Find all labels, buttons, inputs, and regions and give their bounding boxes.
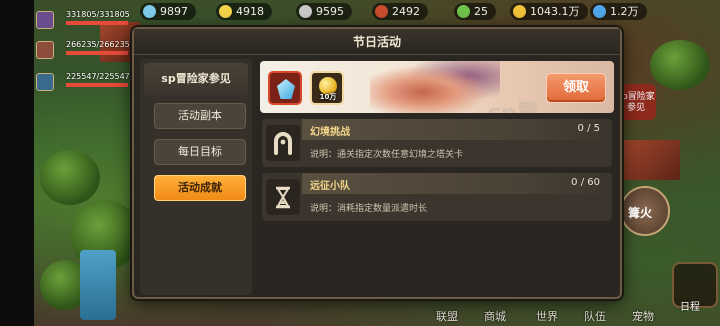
resource-counter: 9595 [296, 3, 352, 20]
banner-watermark: sp冒 [488, 95, 539, 113]
resource-counter: 2492 [372, 3, 428, 20]
gold-icon [513, 5, 526, 18]
resource-counter: 4918 [216, 3, 272, 20]
event-content: sp冒 10万 领取 幻境挑战 0 / 5 说明：通关指定次数任意幻境之塔关卡 [258, 59, 616, 295]
hp-text: 266235/266235 [66, 40, 130, 49]
tab-event-dungeon[interactable]: 活动副本 [154, 103, 246, 129]
sp-adventurer-button[interactable]: sp冒险家参见 [616, 84, 656, 120]
wood-icon [375, 5, 388, 18]
hp-text: 331805/331805 [66, 10, 130, 19]
resource-counter: 25 [454, 3, 496, 20]
avatar [36, 11, 54, 29]
task-name: 幻境挑战 [310, 127, 350, 138]
hp-bar [66, 51, 128, 55]
tab-event-achievements[interactable]: 活动成就 [154, 175, 246, 201]
event-sidebar: sp冒险家参见 活动副本 每日目标 活动成就 [140, 59, 252, 295]
tab-daily-goals[interactable]: 每日目标 [154, 139, 246, 165]
task-progress: 0 / 5 [577, 123, 600, 134]
dialog-title: 节日活动 [134, 29, 620, 55]
diamond-counter: 1.2万 [590, 3, 647, 20]
task-description: 说明：消耗指定数量派遣时长 [310, 204, 428, 214]
diamond-icon [593, 5, 606, 18]
gold-counter: 1043.1万 [510, 3, 588, 20]
building-roof [620, 140, 680, 180]
left-edge [0, 0, 34, 326]
crystal-icon [143, 5, 156, 18]
horseshoe-icon [266, 125, 300, 161]
player-status[interactable]: 331805/331805 [36, 10, 136, 30]
avatar [36, 41, 54, 59]
waterfall [80, 250, 116, 320]
claim-button[interactable]: 领取 [546, 73, 606, 103]
nav-alliance[interactable]: 联盟 [436, 308, 458, 324]
sidebar-header[interactable]: sp冒险家参见 [144, 63, 248, 95]
blue-gem-icon [277, 79, 295, 99]
avatar [36, 73, 54, 91]
nav-team[interactable]: 队伍 [584, 308, 606, 324]
bonfire-label: 篝火 [628, 206, 653, 220]
player-status[interactable]: 225547/225547 [36, 72, 136, 92]
resource-bar: 9897 4918 9595 2492 25 1043.1万 1.2万 [34, 0, 720, 24]
bottom-nav: 联盟 商城 世界 队伍 宠物 [420, 302, 720, 326]
task-description: 说明：通关指定次数任意幻境之塔关卡 [310, 150, 464, 160]
nav-shop[interactable]: 商城 [484, 308, 506, 324]
nav-pet[interactable]: 宠物 [632, 308, 654, 324]
nav-world[interactable]: 世界 [536, 308, 558, 324]
tree [40, 150, 100, 205]
reward-quantity: 10万 [319, 93, 337, 101]
reward-slot[interactable] [268, 71, 302, 105]
task-card: 幻境挑战 0 / 5 说明：通关指定次数任意幻境之塔关卡 [262, 119, 612, 167]
ore-icon [219, 5, 232, 18]
reward-slot[interactable]: 10万 [310, 71, 344, 105]
player-status[interactable]: 266235/266235 [36, 40, 136, 60]
reward-banner: sp冒 10万 领取 [260, 61, 614, 113]
hp-text: 225547/225547 [66, 72, 130, 81]
bonfire-button[interactable]: 篝火 [620, 186, 670, 236]
hp-bar [66, 83, 128, 87]
food-icon [457, 5, 470, 18]
banner-art [370, 61, 500, 113]
resource-counter: 9897 [140, 3, 196, 20]
hp-bar [66, 21, 128, 25]
task-name: 远征小队 [310, 181, 350, 192]
tree [650, 40, 710, 90]
task-card: 远征小队 0 / 60 说明：消耗指定数量派遣时长 [262, 173, 612, 221]
festival-event-dialog: 节日活动 sp冒险家参见 活动副本 每日目标 活动成就 sp冒 10万 领取 [132, 27, 622, 299]
task-progress: 0 / 60 [571, 177, 600, 188]
hourglass-icon [266, 179, 300, 215]
stone-icon [299, 5, 312, 18]
